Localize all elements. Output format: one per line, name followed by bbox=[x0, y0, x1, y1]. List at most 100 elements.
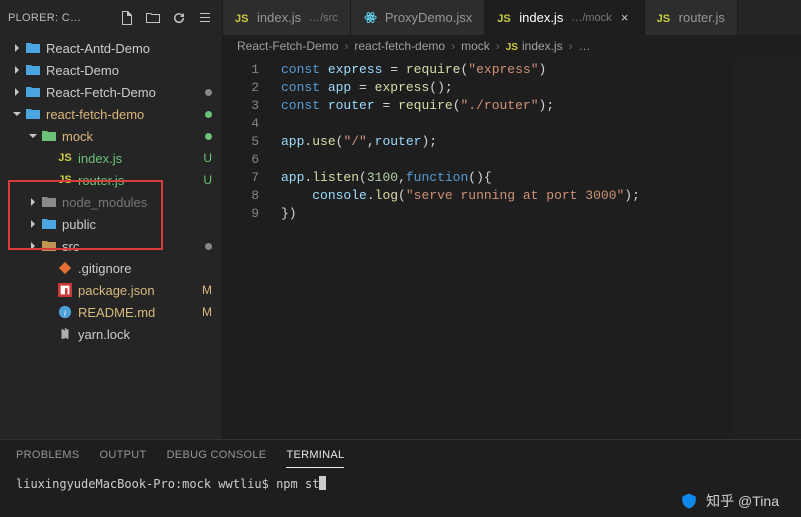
tree-item-label: yarn.lock bbox=[78, 327, 130, 342]
folder-orange-icon bbox=[40, 239, 58, 253]
tree-item-label: mock bbox=[62, 129, 93, 144]
tree-item-label: React-Demo bbox=[46, 63, 119, 78]
folder-green-icon bbox=[40, 129, 58, 143]
code-line[interactable]: app.use("/",router); bbox=[281, 133, 640, 151]
code-line[interactable]: console.log("serve running at port 3000"… bbox=[281, 187, 640, 205]
chevron-right-icon: › bbox=[567, 39, 575, 53]
tree-item[interactable]: React-Antd-Demo bbox=[0, 37, 222, 59]
editor-tab[interactable]: JSindex.js…/src bbox=[223, 0, 351, 35]
chevron-right-icon: › bbox=[449, 39, 457, 53]
panel-tab-problems[interactable]: PROBLEMS bbox=[16, 443, 80, 467]
file-explorer-sidebar: PLORER: C… React-Antd-Demo React-Demo Reac… bbox=[0, 0, 223, 439]
chevron-right-icon[interactable] bbox=[26, 219, 40, 229]
editor-tabbar: JSindex.js…/srcProxyDemo.jsxJSindex.js…/… bbox=[223, 0, 801, 35]
tree-item[interactable]: yarn.lock bbox=[0, 323, 222, 345]
modified-dot-icon bbox=[205, 111, 212, 118]
tree-item[interactable]: JSrouter.jsU bbox=[0, 169, 222, 191]
code-line[interactable]: }) bbox=[281, 205, 640, 223]
line-number: 8 bbox=[223, 187, 259, 205]
code-line[interactable]: app.listen(3100,function(){ bbox=[281, 169, 640, 187]
tree-item-label: src bbox=[62, 239, 79, 254]
refresh-icon[interactable] bbox=[168, 7, 190, 29]
code-editor[interactable]: 123456789 const express = require("expre… bbox=[223, 57, 801, 439]
chevron-right-icon[interactable] bbox=[10, 65, 24, 75]
js-icon: JS bbox=[56, 152, 74, 164]
minimap[interactable] bbox=[731, 57, 801, 439]
tree-item[interactable]: i README.md M bbox=[0, 301, 222, 323]
bottom-panel: PROBLEMS OUTPUT DEBUG CONSOLE TERMINAL liux… bbox=[0, 439, 801, 517]
tree-item[interactable]: React-Fetch-Demo bbox=[0, 81, 222, 103]
breadcrumb-segment[interactable]: React-Fetch-Demo bbox=[237, 39, 338, 53]
new-folder-icon[interactable] bbox=[142, 7, 164, 29]
code-content[interactable]: const express = require("express")const … bbox=[273, 57, 640, 439]
breadcrumb-segment[interactable]: mock bbox=[461, 39, 490, 53]
folder-blue-icon bbox=[40, 217, 58, 231]
tree-item[interactable]: React-Demo bbox=[0, 59, 222, 81]
tree-item[interactable]: .gitignore bbox=[0, 257, 222, 279]
breadcrumbs[interactable]: React-Fetch-Demo › react-fetch-demo › mock › J… bbox=[223, 35, 801, 57]
terminal[interactable]: liuxingyudeMacBook-Pro:mock wwtliu$ npm … bbox=[0, 470, 801, 517]
react-icon bbox=[363, 10, 379, 25]
editor-tab[interactable]: ProxyDemo.jsx bbox=[351, 0, 485, 35]
js-icon: JS bbox=[235, 10, 251, 25]
code-line[interactable] bbox=[281, 115, 640, 133]
sidebar-header: PLORER: C… bbox=[0, 0, 222, 35]
breadcrumb-segment[interactable]: react-fetch-demo bbox=[354, 39, 445, 53]
tab-sublabel: …/mock bbox=[571, 12, 611, 24]
line-number: 1 bbox=[223, 61, 259, 79]
folder-blue-icon bbox=[24, 41, 42, 55]
code-line[interactable] bbox=[281, 151, 640, 169]
tree-item[interactable]: JS index.js U bbox=[0, 147, 222, 169]
tree-item[interactable]: react-fetch-demo bbox=[0, 103, 222, 125]
new-file-icon[interactable] bbox=[116, 7, 138, 29]
tree-item[interactable]: node_modules bbox=[0, 191, 222, 213]
editor-tab[interactable]: JSrouter.js bbox=[645, 0, 738, 35]
chevron-right-icon[interactable] bbox=[26, 197, 40, 207]
breadcrumb-segment[interactable]: … bbox=[579, 39, 591, 53]
line-number: 9 bbox=[223, 205, 259, 223]
chevron-right-icon[interactable] bbox=[10, 87, 24, 97]
tree-item-label: index.js bbox=[78, 151, 122, 166]
terminal-cursor bbox=[319, 476, 326, 490]
info-icon: i bbox=[56, 305, 74, 319]
tree-item-label: README.md bbox=[78, 305, 155, 320]
chevron-down-icon[interactable] bbox=[26, 131, 40, 141]
chevron-right-icon[interactable] bbox=[10, 43, 24, 53]
collapse-all-icon[interactable] bbox=[194, 7, 216, 29]
modified-dot-icon bbox=[205, 89, 212, 96]
line-number: 5 bbox=[223, 133, 259, 151]
close-icon[interactable]: × bbox=[618, 11, 632, 25]
line-number: 2 bbox=[223, 79, 259, 97]
watermark: 知乎 @Tina bbox=[680, 491, 779, 511]
tree-item[interactable]: mock bbox=[0, 125, 222, 147]
panel-tab-debug-console[interactable]: DEBUG CONSOLE bbox=[167, 443, 267, 467]
chevron-right-icon: › bbox=[342, 39, 350, 53]
tab-label: index.js bbox=[257, 10, 301, 25]
tree-item-label: router.js bbox=[78, 173, 124, 188]
git-icon bbox=[56, 261, 74, 275]
folder-blue-icon bbox=[24, 107, 42, 121]
panel-tab-output[interactable]: OUTPUT bbox=[100, 443, 147, 467]
git-status-badge: U bbox=[203, 151, 212, 165]
panel-tab-terminal[interactable]: TERMINAL bbox=[286, 443, 344, 468]
tree-item[interactable]: public bbox=[0, 213, 222, 235]
editor-tab[interactable]: JSindex.js…/mock× bbox=[485, 0, 644, 35]
code-line[interactable]: const app = express(); bbox=[281, 79, 640, 97]
line-number: 7 bbox=[223, 169, 259, 187]
tree-item-label: .gitignore bbox=[78, 261, 131, 276]
folder-blue-icon bbox=[24, 85, 42, 99]
chevron-right-icon[interactable] bbox=[26, 241, 40, 251]
js-icon: JS bbox=[657, 10, 673, 25]
chevron-down-icon[interactable] bbox=[10, 109, 24, 119]
modified-dot-icon bbox=[205, 243, 212, 250]
git-status-badge: M bbox=[202, 305, 212, 319]
tree-item-label: package.json bbox=[78, 283, 155, 298]
code-line[interactable]: const router = require("./router"); bbox=[281, 97, 640, 115]
code-line[interactable]: const express = require("express") bbox=[281, 61, 640, 79]
line-number: 4 bbox=[223, 115, 259, 133]
line-number: 3 bbox=[223, 97, 259, 115]
breadcrumb-segment[interactable]: JSindex.js bbox=[506, 39, 563, 53]
tree-item[interactable]: src bbox=[0, 235, 222, 257]
tree-item-label: React-Fetch-Demo bbox=[46, 85, 156, 100]
tree-item[interactable]: package.jsonM bbox=[0, 279, 222, 301]
